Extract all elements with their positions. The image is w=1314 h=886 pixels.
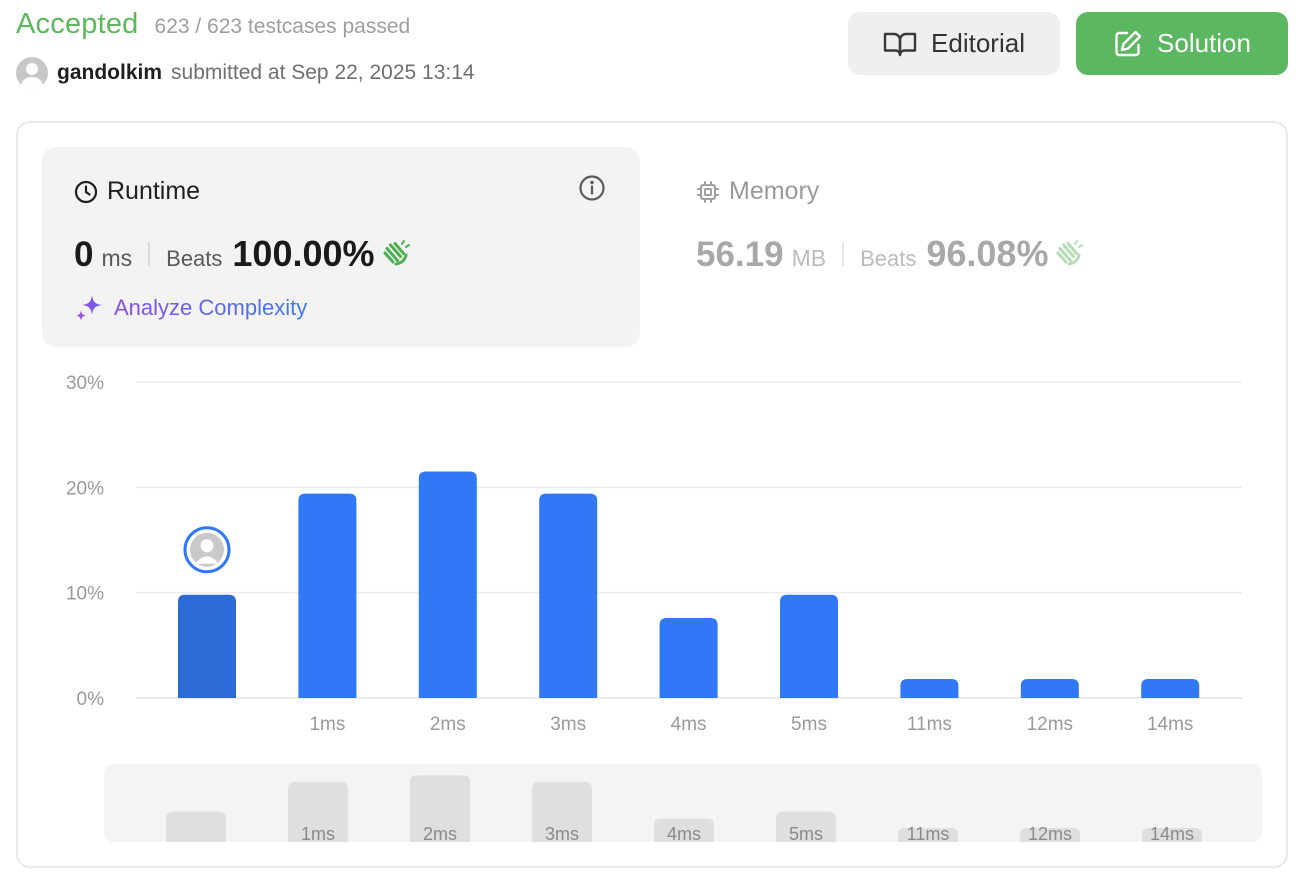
x-tick-label: 2ms xyxy=(430,714,466,735)
x-tick-label: 14ms xyxy=(1147,714,1193,735)
bar xyxy=(900,679,959,698)
bar-selected xyxy=(178,594,236,698)
x-tick-label: 5ms xyxy=(791,714,827,735)
bar xyxy=(418,471,477,698)
navigator-tick-label: 4ms xyxy=(667,824,701,844)
navigator-tick-label: 1ms xyxy=(301,824,335,844)
status-line: Accepted 623 / 623 testcases passed xyxy=(16,8,410,41)
avatar-head xyxy=(200,539,214,553)
y-tick-label: 20% xyxy=(66,478,104,499)
performance-card: Runtime 0 ms Beats 100.00% Analyze Compl… xyxy=(16,121,1288,868)
x-tick-label: 11ms xyxy=(907,714,952,735)
submitted-time: submitted at Sep 22, 2025 13:14 xyxy=(171,61,475,84)
y-tick-label: 0% xyxy=(77,689,105,710)
submission-header: Accepted 623 / 623 testcases passed gand… xyxy=(16,6,1298,102)
bar xyxy=(298,493,357,698)
navigator-tick-label: 5ms xyxy=(789,824,823,844)
user-avatar-icon[interactable] xyxy=(16,57,48,89)
solution-button[interactable]: Solution xyxy=(1076,12,1288,75)
x-tick-label: 1ms xyxy=(309,714,345,735)
editorial-button[interactable]: Editorial xyxy=(848,12,1060,75)
submitted-line: gandolkim submitted at Sep 22, 2025 13:1… xyxy=(16,57,475,89)
navigator-tick-label: 2ms xyxy=(423,824,457,844)
x-tick-label: 3ms xyxy=(550,714,586,735)
navigator-tick-label: 14ms xyxy=(1150,824,1194,844)
navigator-tick-label: 11ms xyxy=(907,824,950,844)
bar xyxy=(539,493,598,698)
x-tick-label: 4ms xyxy=(671,714,707,735)
navigator-bar xyxy=(166,811,226,842)
editorial-label: Editorial xyxy=(931,28,1025,58)
bar xyxy=(1141,679,1200,698)
y-tick-label: 30% xyxy=(66,373,104,394)
y-tick-label: 10% xyxy=(66,584,104,605)
solution-label: Solution xyxy=(1157,28,1251,58)
bar xyxy=(780,594,838,698)
runtime-distribution-chart: 0% 10% 20% 30% 1ms 2ms 3ms 4ms 5ms 11ms 12ms 14ms 1m… xyxy=(66,373,1262,844)
navigator-tick-label: 12ms xyxy=(1028,824,1072,844)
navigator-tick-label: 3ms xyxy=(545,824,579,844)
bar xyxy=(1020,679,1079,698)
x-tick-label: 12ms xyxy=(1027,714,1073,735)
bar xyxy=(659,617,718,698)
testcases-count: 623 / 623 testcases passed xyxy=(154,15,411,38)
status-accepted: Accepted xyxy=(16,8,139,40)
edit-icon xyxy=(1115,30,1142,56)
username-link[interactable]: gandolkim xyxy=(57,61,162,85)
book-open-icon xyxy=(883,32,917,56)
